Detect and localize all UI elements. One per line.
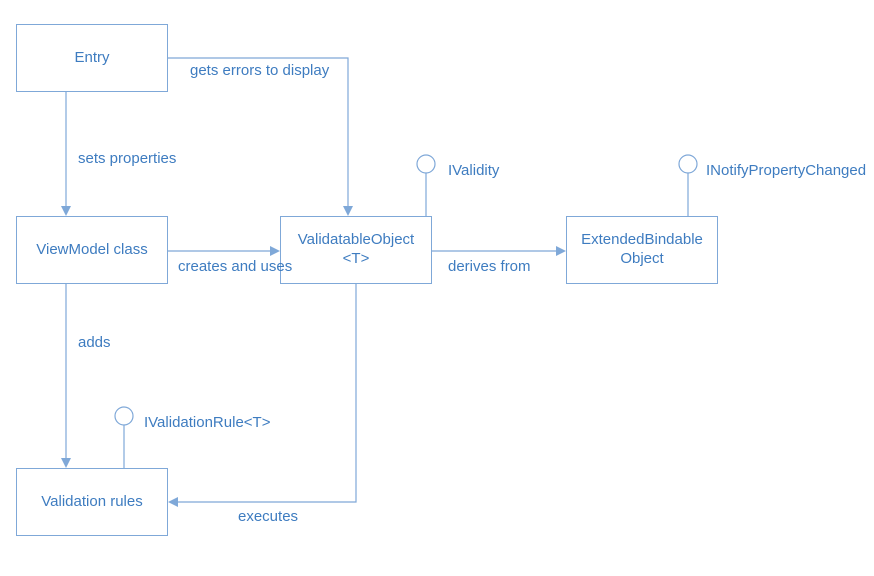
- validationrules-label: Validation rules: [41, 493, 142, 512]
- extendedbindable-box: ExtendedBindable Object: [566, 216, 718, 284]
- validatable-label: ValidatableObject <T>: [298, 231, 414, 269]
- derives-from-arrow: [432, 244, 566, 258]
- entry-label: Entry: [74, 49, 109, 68]
- inpc-lollipop: [678, 154, 698, 216]
- inpc-label: INotifyPropertyChanged: [706, 162, 866, 179]
- gets-errors-label: gets errors to display: [190, 62, 329, 79]
- entry-box: Entry: [16, 24, 168, 92]
- validationrules-box: Validation rules: [16, 468, 168, 536]
- sets-properties-label: sets properties: [78, 150, 176, 167]
- sets-properties-arrow: [56, 92, 76, 216]
- adds-label: adds: [78, 334, 111, 351]
- viewmodel-box: ViewModel class: [16, 216, 168, 284]
- executes-arrow: [168, 284, 368, 514]
- ivalidity-lollipop: [416, 154, 436, 216]
- executes-label: executes: [238, 508, 298, 525]
- validatable-box: ValidatableObject <T>: [280, 216, 432, 284]
- creates-uses-arrow: [168, 244, 280, 258]
- extendedbindable-label: ExtendedBindable Object: [581, 231, 703, 269]
- ivalidity-label: IValidity: [448, 162, 499, 179]
- ivalidationrule-label: IValidationRule<T>: [144, 414, 270, 431]
- ivalidationrule-lollipop: [114, 406, 134, 468]
- derives-from-label: derives from: [448, 258, 531, 275]
- viewmodel-label: ViewModel class: [36, 241, 147, 260]
- creates-uses-label: creates and uses: [178, 258, 292, 275]
- adds-arrow: [56, 284, 76, 468]
